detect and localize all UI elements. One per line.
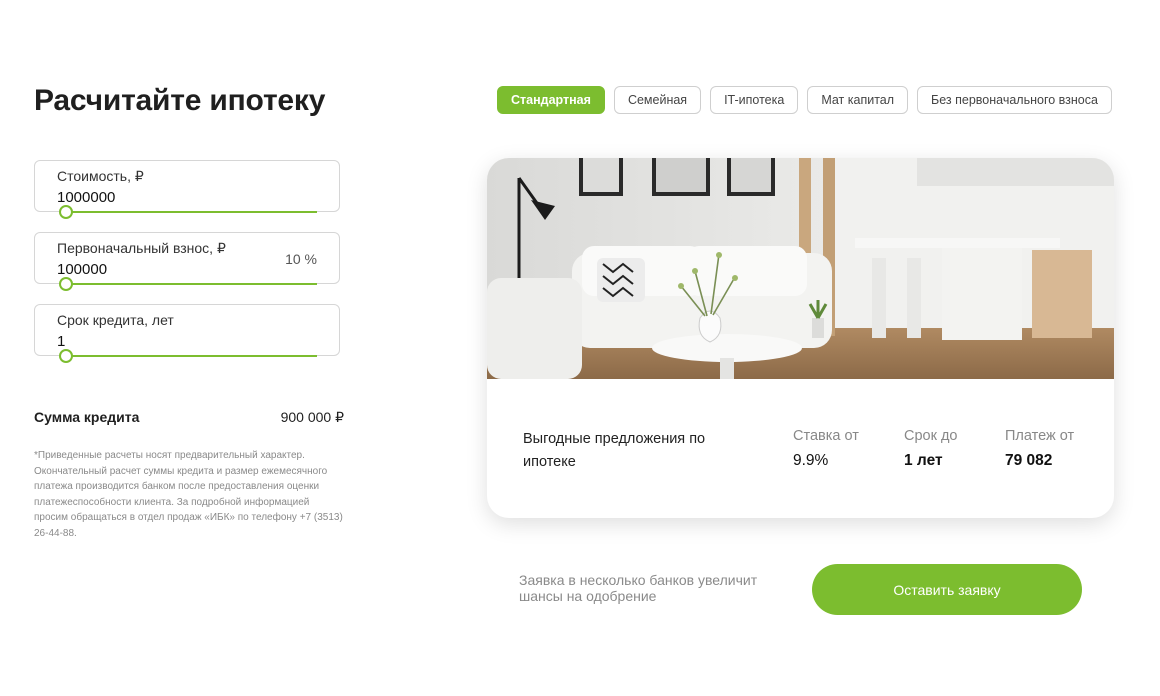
payment-stat: Платеж от 79 082 bbox=[1005, 428, 1074, 470]
interior-photo bbox=[487, 158, 1114, 379]
payment-value: 79 082 bbox=[1005, 452, 1053, 469]
down-payment-slider-track[interactable] bbox=[59, 277, 317, 291]
disclaimer-text: *Приведенные расчеты носят предварительн… bbox=[34, 450, 343, 539]
down-payment-slider-handle[interactable] bbox=[59, 277, 73, 291]
term-slider-track[interactable] bbox=[59, 349, 317, 363]
term-field-label: Срок кредита, лет bbox=[57, 312, 174, 328]
loan-sum-label: Сумма кредита bbox=[34, 409, 140, 425]
term-field[interactable]: Срок кредита, лет bbox=[34, 304, 340, 363]
term-input[interactable] bbox=[57, 333, 257, 350]
price-field-label: Стоимость, ₽ bbox=[57, 168, 144, 184]
term-label: Срок до bbox=[904, 428, 958, 444]
mortgage-type-tabs: Стандартная Семейная IT-ипотека Мат капи… bbox=[497, 86, 1112, 114]
down-payment-input[interactable] bbox=[57, 261, 257, 278]
down-payment-field-label: Первоначальный взнос, ₽ bbox=[57, 240, 226, 256]
price-field[interactable]: Стоимость, ₽ bbox=[34, 160, 340, 219]
down-payment-percent: 10 % bbox=[285, 251, 317, 267]
tab-it-mortgage[interactable]: IT-ипотека bbox=[710, 86, 799, 114]
rate-value: 9.9% bbox=[793, 452, 829, 469]
tab-maternity-capital[interactable]: Мат капитал bbox=[807, 86, 909, 114]
price-input[interactable] bbox=[57, 189, 257, 206]
rate-label: Ставка от bbox=[793, 428, 859, 444]
tab-standard[interactable]: Стандартная bbox=[497, 86, 605, 114]
tab-family[interactable]: Семейная bbox=[613, 86, 702, 114]
payment-label: Платеж от bbox=[1005, 428, 1075, 444]
price-slider-track[interactable] bbox=[59, 205, 317, 219]
term-slider-handle[interactable] bbox=[59, 349, 73, 363]
price-slider-handle[interactable] bbox=[59, 205, 73, 219]
tab-no-down-payment[interactable]: Без первоначального взноса bbox=[917, 86, 1112, 114]
submit-application-button[interactable]: Оставить заявку bbox=[812, 564, 1082, 615]
rate-stat: Ставка от 9.9% bbox=[793, 428, 859, 470]
term-value: 1 лет bbox=[904, 452, 943, 469]
down-payment-field[interactable]: Первоначальный взнос, ₽ 10 % bbox=[34, 232, 340, 291]
offer-card: Выгодные предложения по ипотеке Ставка о… bbox=[487, 158, 1114, 518]
term-stat: Срок до 1 лет bbox=[904, 428, 958, 470]
offer-label: Выгодные предложения по ипотеке bbox=[523, 431, 706, 470]
page-title: Расчитайте ипотеку bbox=[34, 84, 326, 117]
cta-text: Заявка в несколько банков увеличит шансы… bbox=[519, 572, 758, 604]
loan-sum-value: 900 000 ₽ bbox=[280, 409, 344, 425]
